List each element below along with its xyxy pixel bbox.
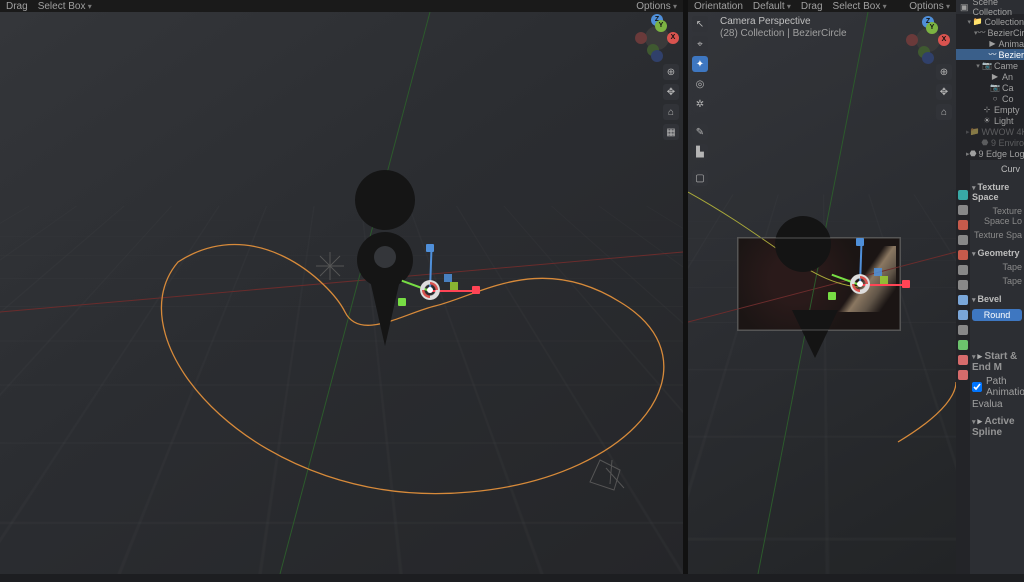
view-subtitle: (28) Collection | BezierCircle [720, 28, 847, 40]
texture-space-loc[interactable]: Texture Space Lo [972, 204, 1022, 228]
outliner-row[interactable]: ▸⬣9 Edge Logo [956, 148, 1024, 159]
select-mode[interactable]: Select Box [38, 1, 92, 12]
bevel-round[interactable]: Round [972, 309, 1022, 321]
pan-icon-2[interactable]: ✥ [936, 84, 952, 100]
pan-icon[interactable]: ✥ [663, 84, 679, 100]
tab-material[interactable] [958, 355, 968, 365]
gizmo-toggle[interactable]: ✦ [692, 56, 708, 72]
outliner-row[interactable]: 📷Ca [956, 82, 1024, 93]
tab-physics[interactable] [958, 310, 968, 320]
zoom-icon-2[interactable]: ⊕ [936, 64, 952, 80]
path-anim-checkbox[interactable] [972, 382, 982, 392]
overlay-toggle[interactable]: ◎ [692, 76, 708, 92]
axis-y[interactable]: Y [655, 20, 667, 32]
properties-panel: Curv Texture Space Texture Space Lo Text… [956, 160, 1024, 582]
tab-output[interactable] [958, 205, 968, 215]
drag-label: Drag [6, 1, 28, 12]
tab-viewlayer[interactable] [958, 220, 968, 230]
camera-icon[interactable]: ⌂ [663, 104, 679, 120]
breadcrumb: Curv [972, 162, 1022, 176]
snap-toggle[interactable]: ✲ [692, 96, 708, 112]
path-anim-eval[interactable]: Evalua [972, 399, 1022, 410]
annotate-tool[interactable]: ✎ [692, 124, 708, 140]
tab-scene[interactable] [958, 235, 968, 245]
tab-render[interactable] [958, 190, 968, 200]
drag-label-2: Drag [801, 1, 823, 12]
axis-x[interactable]: X [667, 32, 679, 44]
outliner-row[interactable]: ⊹Empty [956, 104, 1024, 115]
tab-constraint[interactable] [958, 325, 968, 335]
persp-icon[interactable]: ▦ [663, 124, 679, 140]
tab-curve[interactable] [958, 340, 968, 350]
tab-particles[interactable] [958, 295, 968, 305]
nav-gizmo-2[interactable]: Z Y X [908, 20, 948, 60]
select-mode-2[interactable]: Select Box [833, 1, 887, 12]
outliner-row[interactable]: ▾📷Came [956, 60, 1024, 71]
camera-icon-2[interactable]: ⌂ [936, 104, 952, 120]
tab-world[interactable] [958, 250, 968, 260]
outliner-row[interactable]: ▾〰BezierCirc [956, 27, 1024, 38]
texture-space-rot[interactable]: Texture Spa [972, 228, 1022, 242]
taper-2[interactable]: Tape [972, 274, 1022, 288]
outliner-row[interactable]: ▶An [956, 71, 1024, 82]
cursor-tool[interactable]: ↖ [692, 16, 708, 32]
orientation-value[interactable]: Default [753, 1, 791, 12]
outliner-row[interactable]: ▶Anima [956, 38, 1024, 49]
outliner-row[interactable]: ○Co [956, 93, 1024, 104]
outliner-row[interactable]: ▾📁Collection [956, 16, 1024, 27]
outliner-row[interactable]: ▸📁WWOW 4K L [956, 126, 1024, 137]
outliner-row[interactable]: 〰Bezier [956, 49, 1024, 60]
addcube-tool[interactable]: ▢ [692, 170, 708, 186]
tab-modifier[interactable] [958, 280, 968, 290]
collection-root-icon: ▣ [960, 2, 969, 13]
taper-1[interactable]: Tape [972, 260, 1022, 274]
3d-cursor-tool[interactable]: ⌖ [692, 36, 708, 52]
section-active-spline[interactable]: ▸ Active Spline [972, 414, 1022, 440]
outliner-row[interactable]: ⬣9 Enviro [956, 137, 1024, 148]
tab-texture[interactable] [958, 370, 968, 380]
section-texture-space[interactable]: Texture Space [972, 180, 1022, 204]
status-bar [0, 574, 1024, 582]
outliner-panel: ▣ Scene Collection ▾📁Collection▾〰BezierC… [956, 0, 1024, 160]
view-title: Camera Perspective [720, 16, 847, 28]
section-geometry[interactable]: Geometry [972, 246, 1022, 260]
tab-object[interactable] [958, 265, 968, 275]
orientation-label: Orientation [694, 1, 743, 12]
options-menu-2[interactable]: Options [909, 1, 950, 12]
path-anim-label: Path Animatio [986, 376, 1024, 398]
section-startend[interactable]: ▸ Start & End M [972, 349, 1022, 375]
zoom-icon[interactable]: ⊕ [663, 64, 679, 80]
nav-gizmo[interactable]: Z Y X [637, 18, 677, 58]
section-bevel[interactable]: Bevel [972, 292, 1022, 306]
options-menu[interactable]: Options [636, 1, 677, 12]
outliner-row[interactable]: ☀Light [956, 115, 1024, 126]
outliner-title: Scene Collection [973, 0, 1020, 17]
measure-tool[interactable]: ▙ [692, 144, 708, 160]
